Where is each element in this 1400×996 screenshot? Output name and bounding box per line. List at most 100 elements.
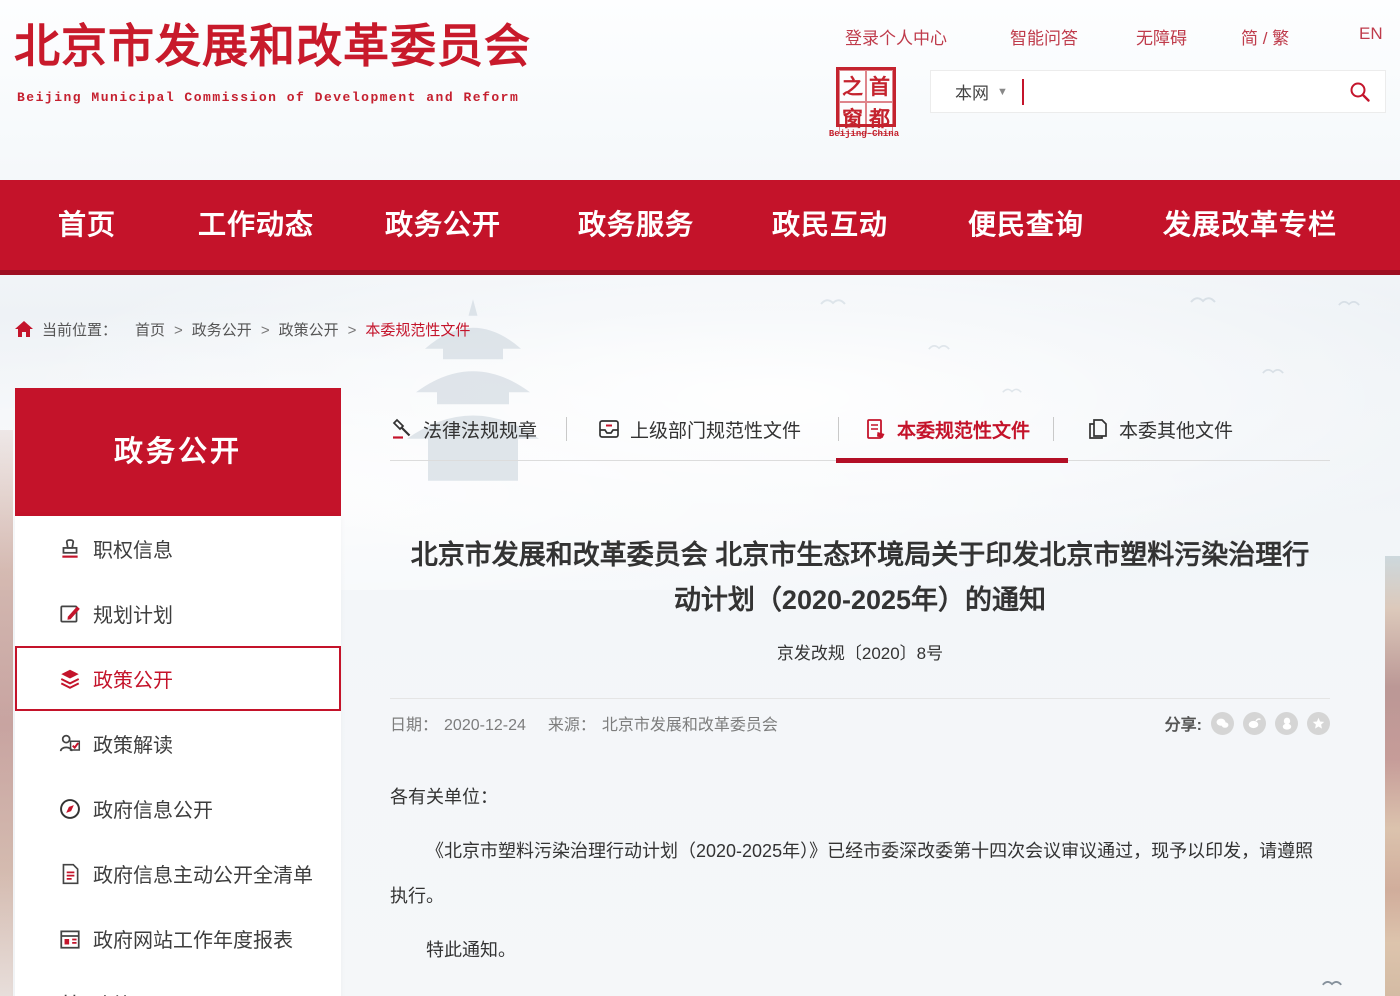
left-edge-photo-fragment bbox=[0, 430, 13, 996]
bird-icon bbox=[1002, 386, 1022, 394]
breadcrumb-prefix: 当前位置： bbox=[42, 322, 117, 339]
article-title: 北京市发展和改革委员会 北京市生态环境局关于印发北京市塑料污染治理行动计划（20… bbox=[390, 533, 1330, 623]
sidebar-title: 政务公开 bbox=[15, 388, 341, 516]
sidebar-item-label: 政府信息公开 bbox=[93, 794, 213, 823]
site-logo-subtitle: Beijing Municipal Commission of Developm… bbox=[17, 90, 519, 105]
breadcrumb-separator: > bbox=[174, 322, 183, 339]
seal-char: 首 bbox=[866, 70, 893, 102]
plan-edit-icon bbox=[58, 602, 82, 626]
nav-item-reform-column[interactable]: 发展改革专栏 bbox=[1163, 180, 1337, 270]
sidebar-item-annual-website-report[interactable]: 政府网站工作年度报表 bbox=[15, 906, 341, 971]
search-button[interactable] bbox=[1349, 81, 1385, 103]
tab-label: 本委规范性文件 bbox=[897, 416, 1030, 443]
lang-toggle-link[interactable]: 简 / 繁 bbox=[1241, 24, 1289, 49]
paragraph: 特此通知。 bbox=[390, 928, 1330, 973]
accessibility-link[interactable]: 无障碍 bbox=[1136, 24, 1187, 49]
sidebar-item-gov-info-disclosure[interactable]: 政府信息公开 bbox=[15, 776, 341, 841]
bird-icon bbox=[1262, 366, 1284, 375]
documents-icon bbox=[1086, 417, 1110, 441]
sidebar-item-label: 决策目录 bbox=[93, 989, 173, 996]
tab-laws-regulations[interactable]: 法律法规规章 bbox=[390, 398, 537, 460]
qq-share-icon[interactable] bbox=[1275, 712, 1298, 735]
breadcrumb: 当前位置： 首页 > 政务公开 > 政策公开 > 本委规范性文件 bbox=[0, 316, 1400, 346]
sidebar: 政务公开 职权信息 规划计划 政策公开 政策解读 政府信息公开 bbox=[15, 388, 341, 996]
wechat-share-icon[interactable] bbox=[1211, 712, 1234, 735]
weibo-share-icon[interactable] bbox=[1243, 712, 1266, 735]
sidebar-item-policy-interpretation[interactable]: 政策解读 bbox=[15, 711, 341, 776]
page: 北京市发展和改革委员会 Beijing Municipal Commission… bbox=[0, 0, 1400, 996]
source-value: 北京市发展和改革委员会 bbox=[602, 717, 778, 734]
search-input[interactable] bbox=[1024, 83, 1349, 101]
tab-commission-normative-docs[interactable]: 本委规范性文件 bbox=[864, 398, 1030, 460]
search-bar: 本网 ▼ bbox=[930, 70, 1386, 113]
document-tabs: 法律法规规章 上级部门规范性文件 本委规范性文件 本委其他文件 bbox=[390, 398, 1330, 461]
search-scope-dropdown[interactable]: 本网 ▼ bbox=[931, 79, 1008, 104]
nav-item-public-interaction[interactable]: 政民互动 bbox=[772, 180, 888, 270]
bird-icon bbox=[1190, 294, 1216, 304]
article-body: 各有关单位： 《北京市塑料污染治理行动计划（2020-2025年）》已经市委深改… bbox=[390, 775, 1330, 996]
share-group: 分享: bbox=[1165, 711, 1330, 735]
sidebar-item-label: 政策解读 bbox=[93, 729, 173, 758]
nav-item-work-updates[interactable]: 工作动态 bbox=[198, 180, 314, 270]
share-label: 分享: bbox=[1165, 711, 1202, 735]
sidebar-item-policy-disclosure[interactable]: 政策公开 bbox=[15, 646, 341, 711]
sidebar-item-planning[interactable]: 规划计划 bbox=[15, 581, 341, 646]
sidebar-item-label: 政府网站工作年度报表 bbox=[93, 924, 293, 953]
sidebar-item-label: 政策公开 bbox=[93, 664, 173, 693]
source-label: 来源： bbox=[548, 717, 596, 734]
breadcrumb-policy-disclosure[interactable]: 政策公开 bbox=[279, 322, 339, 339]
nav-item-gov-services[interactable]: 政务服务 bbox=[578, 180, 694, 270]
seal-caption: Beijing-China bbox=[828, 129, 900, 139]
breadcrumb-gov-disclosure[interactable]: 政务公开 bbox=[192, 322, 252, 339]
breadcrumb-separator: > bbox=[261, 322, 270, 339]
layers-icon bbox=[58, 667, 82, 691]
beijing-china-seal-logo[interactable]: 之 首 窗 都 bbox=[836, 67, 896, 127]
smart-qa-link[interactable]: 智能问答 bbox=[1010, 24, 1078, 49]
document-pen-icon bbox=[864, 417, 888, 441]
main-nav: 首页 工作动态 政务公开 政务服务 政民互动 便民查询 发展改革专栏 bbox=[0, 180, 1400, 275]
breadcrumb-separator: > bbox=[348, 322, 357, 339]
sidebar-item-label: 规划计划 bbox=[93, 599, 173, 628]
sidebar-item-authority-info[interactable]: 职权信息 bbox=[15, 516, 341, 581]
active-tab-underline bbox=[836, 458, 1068, 463]
seal-char: 之 bbox=[839, 70, 866, 102]
signature: 北京市发展和改革委员会 bbox=[390, 987, 1330, 996]
tab-commission-other-docs[interactable]: 本委其他文件 bbox=[1086, 398, 1233, 460]
right-edge-photo-fragment bbox=[1385, 556, 1400, 996]
tab-divider bbox=[1053, 417, 1054, 441]
chevron-down-icon: ▼ bbox=[997, 86, 1008, 98]
date-value: 2020-12-24 bbox=[444, 717, 526, 734]
search-icon bbox=[1349, 81, 1371, 103]
sidebar-menu: 职权信息 规划计划 政策公开 政策解读 政府信息公开 政府信息主动公开全清单 bbox=[15, 516, 341, 996]
tab-superior-normative-docs[interactable]: 上级部门规范性文件 bbox=[597, 398, 801, 460]
sidebar-item-decision-catalog[interactable]: 决策目录 bbox=[15, 971, 341, 996]
tab-label: 法律法规规章 bbox=[423, 416, 537, 443]
english-link[interactable]: EN bbox=[1359, 24, 1383, 44]
home-icon bbox=[14, 320, 34, 338]
search-scope-label: 本网 bbox=[955, 79, 989, 104]
bird-icon bbox=[1338, 298, 1360, 307]
bird-icon bbox=[820, 296, 846, 306]
gavel-icon bbox=[390, 417, 414, 441]
nav-item-gov-disclosure[interactable]: 政务公开 bbox=[385, 180, 501, 270]
stamp-icon bbox=[58, 537, 82, 561]
sidebar-item-label: 职权信息 bbox=[93, 534, 173, 563]
breadcrumb-home[interactable]: 首页 bbox=[135, 322, 165, 339]
nav-item-home[interactable]: 首页 bbox=[58, 180, 116, 270]
sidebar-item-proactive-disclosure-list[interactable]: 政府信息主动公开全清单 bbox=[15, 841, 341, 906]
tab-label: 本委其他文件 bbox=[1119, 416, 1233, 443]
document-list-icon bbox=[58, 862, 82, 886]
report-table-icon bbox=[58, 927, 82, 951]
article-meta-row: 日期：2020-12-24来源：北京市发展和改革委员会 分享: bbox=[390, 698, 1330, 747]
login-link[interactable]: 登录个人中心 bbox=[845, 24, 947, 49]
breadcrumb-current: 本委规范性文件 bbox=[365, 322, 470, 339]
paragraph: 《北京市塑料污染治理行动计划（2020-2025年）》已经市委深改委第十四次会议… bbox=[390, 829, 1330, 919]
sidebar-item-label: 政府信息主动公开全清单 bbox=[93, 859, 313, 888]
article-meta-left: 日期：2020-12-24来源：北京市发展和改革委员会 bbox=[390, 711, 784, 735]
nav-item-convenient-inquiry[interactable]: 便民查询 bbox=[968, 180, 1084, 270]
tab-divider bbox=[838, 417, 839, 441]
catalog-icon bbox=[58, 992, 82, 996]
site-logo-title: 北京市发展和改革委员会 bbox=[14, 10, 531, 76]
article-doc-number: 京发改规〔2020〕8号 bbox=[390, 639, 1330, 664]
favorite-share-icon[interactable] bbox=[1307, 712, 1330, 735]
